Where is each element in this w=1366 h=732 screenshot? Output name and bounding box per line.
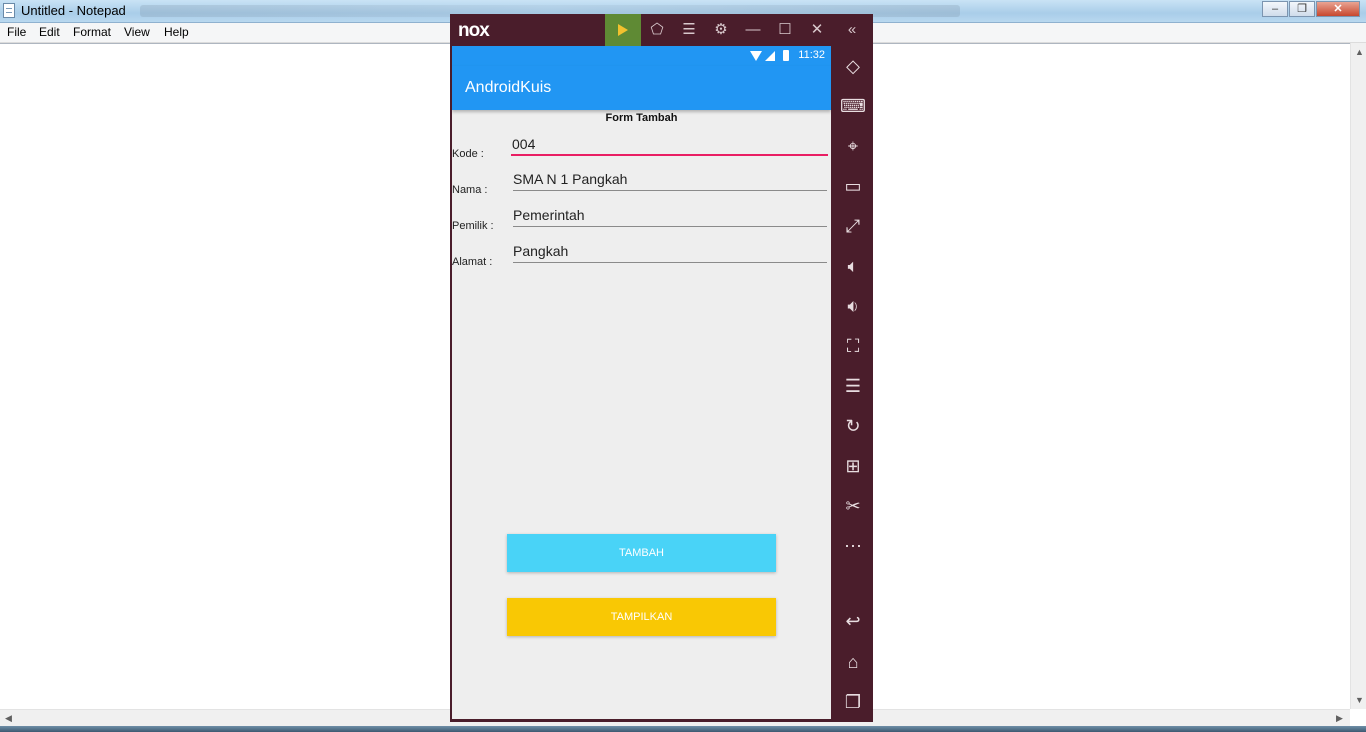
menu-view[interactable]: View (124, 25, 150, 39)
nama-input[interactable]: SMA N 1 Pangkah (513, 165, 827, 191)
menu-icon[interactable]: ☰ (680, 21, 698, 39)
home-icon[interactable]: ⌂ (838, 647, 868, 677)
status-time: 11:32 (798, 49, 825, 61)
taskbar (0, 726, 1366, 732)
multi-instance-icon[interactable]: ☰ (838, 371, 868, 401)
location-icon[interactable]: ⌖ (838, 131, 868, 161)
play-store-icon[interactable] (605, 14, 641, 46)
alamat-label: Alamat : (452, 256, 493, 268)
back-icon[interactable]: ↩ (838, 606, 868, 636)
scroll-up-arrow-icon[interactable]: ▲ (1355, 47, 1364, 57)
fullscreen-icon[interactable]: ⤢ (838, 211, 868, 241)
form-title: Form Tambah (605, 112, 678, 124)
menu-format[interactable]: Format (73, 25, 111, 39)
menu-edit[interactable]: Edit (39, 25, 60, 39)
menu-file[interactable]: File (7, 25, 26, 39)
signal-icon (765, 51, 775, 61)
minimize-icon[interactable]: — (744, 21, 762, 39)
scissors-icon[interactable]: ✂ (838, 491, 868, 521)
app-toolbar: AndroidKuis (452, 66, 831, 110)
settings-icon[interactable]: ⚙ (712, 21, 730, 39)
notepad-close-button[interactable]: ✕ (1316, 1, 1360, 17)
keyboard-icon[interactable]: ⌨ (838, 91, 868, 121)
recent-apps-icon[interactable]: ❐ (838, 687, 868, 717)
android-status-bar: 11:32 (452, 46, 831, 66)
battery-icon (783, 50, 789, 61)
kode-input[interactable]: 004 (511, 130, 828, 156)
pemilik-label: Pemilik : (452, 220, 494, 232)
notepad-app-icon (3, 3, 15, 18)
apk-install-icon[interactable]: ⊞ (838, 451, 868, 481)
app-title: AndroidKuis (465, 79, 552, 96)
notepad-vertical-scrollbar[interactable]: ▲ ▼ (1350, 43, 1366, 709)
nama-label: Nama : (452, 184, 488, 196)
close-icon[interactable]: ✕ (808, 21, 826, 39)
screenshot-icon[interactable]: ⛶ (838, 331, 868, 361)
alamat-input[interactable]: Pangkah (513, 237, 827, 263)
notepad-window-title: Untitled - Notepad (21, 3, 126, 18)
tambah-button[interactable]: TAMBAH (507, 534, 776, 572)
android-screen: 11:32 AndroidKuis Form Tambah Kode : 004… (452, 46, 831, 719)
wifi-icon (750, 51, 762, 61)
sync-icon[interactable]: ↻ (838, 411, 868, 441)
menu-help[interactable]: Help (164, 25, 189, 39)
maximize-icon[interactable]: ☐ (776, 21, 794, 39)
rotate-icon[interactable]: ◇ (838, 51, 868, 81)
more-icon[interactable]: ⋯ (838, 531, 868, 561)
scroll-right-arrow-icon[interactable]: ▶ (1336, 713, 1343, 724)
pemilik-input[interactable]: Pemerintah (513, 201, 827, 227)
shirt-icon[interactable]: ⬠ (648, 21, 666, 39)
volume-up-icon[interactable]: 🔈︎ (838, 251, 868, 281)
tampilkan-button[interactable]: TAMPILKAN (507, 598, 776, 636)
notepad-minimize-button[interactable]: – (1262, 1, 1288, 17)
scroll-down-arrow-icon[interactable]: ▼ (1355, 695, 1364, 705)
scroll-left-arrow-icon[interactable]: ◀ (5, 713, 12, 724)
nox-logo: nox (458, 20, 490, 41)
screen-icon[interactable]: ▭ (838, 171, 868, 201)
volume-down-icon[interactable]: 🔉︎ (838, 291, 868, 321)
nox-titlebar: nox ⬠ ☰ ⚙ — ☐ ✕ « (450, 14, 873, 46)
kode-label: Kode : (452, 148, 484, 160)
collapse-sidebar-icon[interactable]: « (843, 21, 861, 39)
notepad-restore-button[interactable]: ❐ (1289, 1, 1315, 17)
